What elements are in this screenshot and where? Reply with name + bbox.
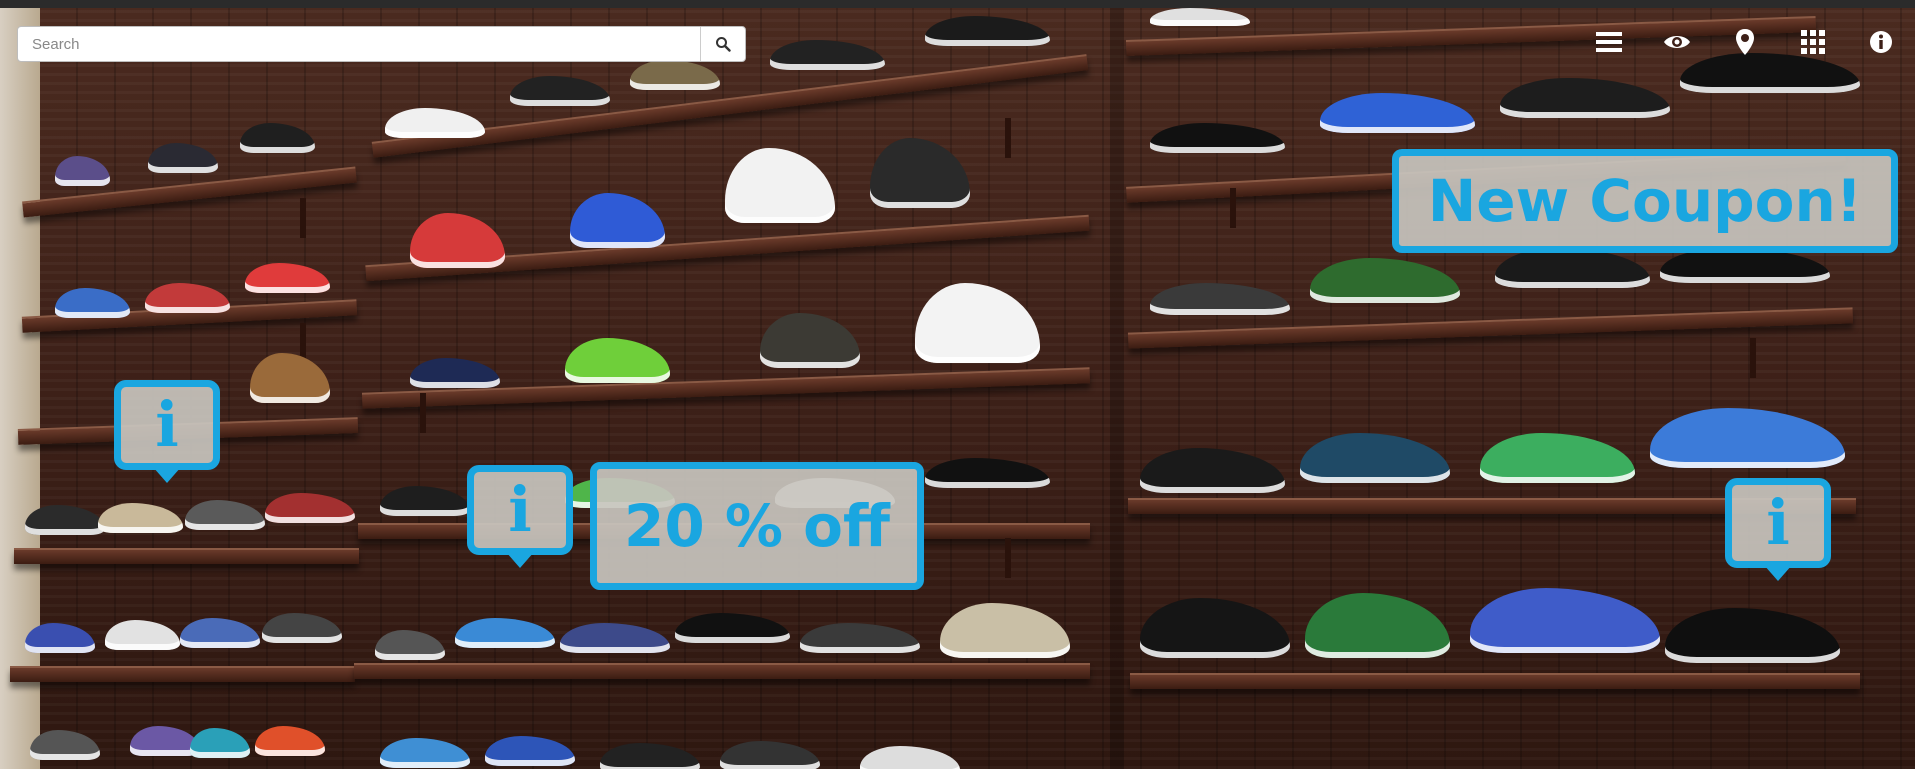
info-icon <box>1870 31 1892 53</box>
shoe <box>720 741 820 769</box>
shoe <box>1140 598 1290 658</box>
shelf-bracket <box>1750 338 1756 378</box>
shoe <box>1660 248 1830 283</box>
shoe <box>98 503 183 533</box>
shoe <box>675 613 790 643</box>
shoe <box>410 358 500 388</box>
shoe <box>1495 248 1650 288</box>
shoe <box>1150 8 1250 26</box>
view-button[interactable] <box>1643 22 1711 62</box>
search-icon <box>716 37 731 52</box>
shoe <box>800 623 920 653</box>
wall-seam <box>1110 8 1124 769</box>
shoe <box>1140 448 1285 493</box>
shoe <box>570 193 665 248</box>
location-button[interactable] <box>1711 22 1779 62</box>
shoe <box>1650 408 1845 468</box>
search-button[interactable] <box>700 27 745 61</box>
eye-icon <box>1664 36 1690 48</box>
shoe <box>1310 258 1460 303</box>
shoe <box>145 283 230 313</box>
shoe <box>600 743 700 769</box>
shoe <box>860 746 960 769</box>
shoe <box>940 603 1070 658</box>
shoe <box>510 76 610 106</box>
shelf-bracket <box>1005 538 1011 578</box>
shoe <box>770 40 885 70</box>
shoe <box>915 283 1040 363</box>
shoe <box>1470 588 1660 653</box>
info-icon: i <box>508 473 532 546</box>
shelf <box>14 548 359 564</box>
list-icon <box>1596 32 1622 52</box>
info-hotspot-center[interactable]: i <box>467 465 573 568</box>
info-hotspot-left[interactable]: i <box>114 380 220 483</box>
info-button[interactable] <box>1847 22 1915 62</box>
shoe <box>30 730 100 760</box>
shoe <box>265 493 355 523</box>
shelf-bracket <box>1005 118 1011 158</box>
shoe <box>1150 283 1290 315</box>
shoe <box>1500 78 1670 118</box>
shoe <box>560 623 670 653</box>
list-view-button[interactable] <box>1575 22 1643 62</box>
shoe <box>380 486 470 516</box>
discount-label[interactable]: 20 % off <box>590 462 924 590</box>
shoe <box>385 108 485 138</box>
shoe <box>725 148 835 223</box>
shelf-bracket <box>1230 188 1236 228</box>
coupon-label[interactable]: New Coupon! <box>1392 149 1898 253</box>
shoe <box>180 618 260 648</box>
info-hotspot-right[interactable]: i <box>1725 478 1831 581</box>
shoe <box>185 500 265 530</box>
shelf-bracket <box>300 198 306 238</box>
shoe <box>630 60 720 90</box>
shoe <box>190 728 250 758</box>
shoe <box>105 620 180 650</box>
shoe <box>565 338 670 383</box>
shoe <box>1305 593 1450 658</box>
shoe <box>240 123 315 153</box>
shoe <box>455 618 555 648</box>
info-icon: i <box>1766 486 1790 559</box>
shoe <box>262 613 342 643</box>
grid-icon <box>1801 30 1825 54</box>
shoe <box>250 353 330 403</box>
shoe <box>925 16 1050 46</box>
map-pin-icon <box>1736 29 1754 55</box>
shoe <box>870 138 970 208</box>
shelf <box>371 54 1089 158</box>
shoe <box>55 156 110 186</box>
shelf <box>1130 673 1860 689</box>
shoe <box>255 726 325 756</box>
shoe <box>1320 93 1475 133</box>
shoe <box>380 738 470 768</box>
grid-view-button[interactable] <box>1779 22 1847 62</box>
shoe <box>1480 433 1635 483</box>
shelf <box>10 666 355 682</box>
shoe <box>55 288 130 318</box>
shoe <box>25 505 105 535</box>
shelf <box>354 663 1090 679</box>
info-icon: i <box>155 388 179 461</box>
shoe <box>1150 123 1285 153</box>
shoe-wall-scene <box>0 8 1915 769</box>
shoe <box>1300 433 1450 483</box>
shoe <box>148 143 218 173</box>
shoe <box>485 736 575 766</box>
shoe <box>1665 608 1840 663</box>
search-input[interactable] <box>18 27 700 61</box>
background-wall <box>0 8 40 769</box>
top-toolbar <box>1575 22 1915 62</box>
shoe <box>925 458 1050 488</box>
shoe <box>375 630 445 660</box>
shelf-bracket <box>420 393 426 433</box>
shoe <box>410 213 505 268</box>
shoe <box>245 263 330 293</box>
shoe <box>760 313 860 368</box>
top-bar <box>0 0 1915 8</box>
shoe <box>25 623 95 653</box>
search-bar <box>17 26 746 62</box>
